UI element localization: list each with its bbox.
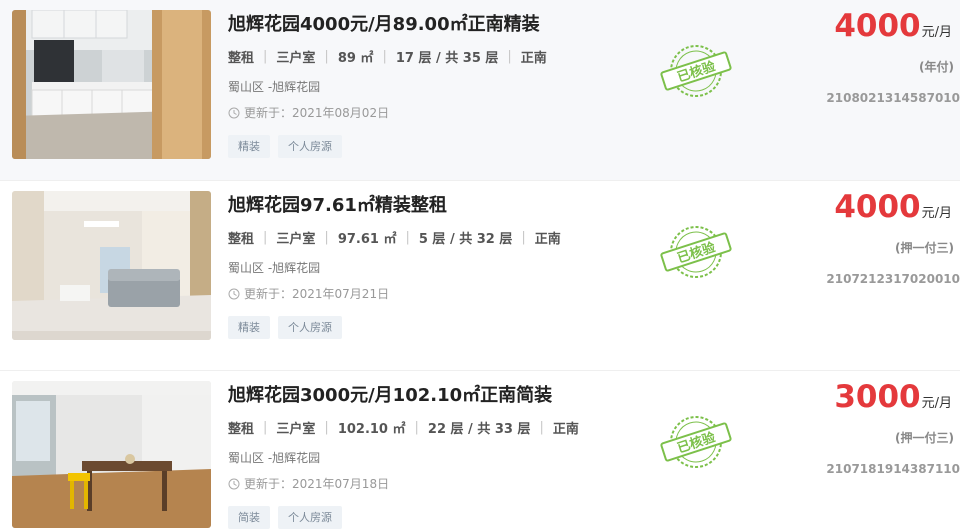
price-unit: 元/月	[921, 25, 952, 40]
listing-tags: 简装 个人房源	[228, 506, 350, 529]
floor-level: 5 层 / 共 32 层	[418, 232, 513, 247]
listing-card[interactable]: 旭辉花园3000元/月102.10㎡正南简装 整租 | 三户室 | 102.10…	[0, 371, 960, 529]
listing-attributes: 整租 | 三户室 | 89 ㎡ | 17 层 / 共 35 层 | 正南	[228, 47, 547, 66]
room-layout: 三户室	[276, 422, 316, 437]
verified-stamp-icon: 已核验	[660, 226, 732, 278]
clock-icon	[228, 107, 240, 118]
separator: |	[263, 230, 268, 245]
listing-photo-living-room[interactable]	[12, 191, 211, 340]
listing-card[interactable]: 旭辉花园97.61㎡精装整租 整租 | 三户室 | 97.61 ㎡ | 5 层 …	[0, 181, 960, 371]
tag-owner: 个人房源	[278, 506, 342, 529]
rent-price: 4000元/月	[752, 189, 952, 225]
floor-level: 22 层 / 共 33 层	[427, 422, 531, 437]
listing-code: 2107212317020010	[826, 272, 960, 286]
clock-icon	[228, 478, 240, 489]
update-date-text: 更新于：2021年07月21日	[244, 287, 390, 301]
update-date-text: 更新于：2021年07月18日	[244, 477, 390, 491]
listing-attributes: 整租 | 三户室 | 97.61 ㎡ | 5 层 / 共 32 层 | 正南	[228, 228, 561, 247]
verified-stamp-icon: 已核验	[660, 45, 732, 97]
separator: |	[263, 420, 268, 435]
listing-tags: 精装 个人房源	[228, 135, 350, 158]
listing-location[interactable]: 蜀山区 -旭辉花园	[228, 259, 320, 276]
price-box: 4000元/月	[752, 189, 952, 225]
tag-decoration: 精装	[228, 135, 270, 158]
listing-title[interactable]: 旭辉花园97.61㎡精装整租	[228, 191, 447, 217]
rent-price: 3000元/月	[752, 379, 952, 415]
price-unit: 元/月	[921, 396, 952, 411]
rent-type: 整租	[228, 51, 255, 66]
update-date-text: 更新于：2021年08月02日	[244, 106, 390, 120]
payment-terms: (押一付三)	[895, 241, 954, 255]
listing-tags: 精装 个人房源	[228, 316, 350, 339]
price-value: 4000	[834, 189, 921, 225]
separator: |	[263, 49, 268, 64]
orientation: 正南	[520, 51, 547, 66]
room-layout: 三户室	[276, 232, 316, 247]
rent-price: 4000元/月	[752, 8, 952, 44]
separator: |	[521, 230, 526, 245]
separator: |	[382, 49, 387, 64]
verified-stamp-icon: 已核验	[660, 416, 732, 468]
listing-title[interactable]: 旭辉花园3000元/月102.10㎡正南简装	[228, 381, 552, 407]
listing-title[interactable]: 旭辉花园4000元/月89.00㎡正南精装	[228, 10, 540, 36]
listing-location[interactable]: 蜀山区 -旭辉花园	[228, 78, 320, 95]
listing-photo-kitchen[interactable]	[12, 10, 211, 159]
payment-terms: (押一付三)	[895, 431, 954, 445]
room-layout: 三户室	[276, 51, 316, 66]
floor-level: 17 层 / 共 35 层	[395, 51, 499, 66]
price-value: 4000	[834, 8, 921, 44]
floor-area: 97.61 ㎡	[337, 232, 397, 247]
update-date: 更新于：2021年07月21日	[228, 285, 389, 302]
listing-code: 2107181914387110	[826, 462, 960, 476]
clock-icon	[228, 288, 240, 299]
price-unit: 元/月	[921, 206, 952, 221]
floor-area: 89 ㎡	[337, 51, 374, 66]
listing-attributes: 整租 | 三户室 | 102.10 ㎡ | 22 层 / 共 33 层 | 正南	[228, 418, 579, 437]
orientation: 正南	[534, 232, 561, 247]
listing-code: 2108021314587010	[826, 91, 960, 105]
update-date: 更新于：2021年07月18日	[228, 475, 389, 492]
tag-owner: 个人房源	[278, 316, 342, 339]
tag-owner: 个人房源	[278, 135, 342, 158]
listing-photo-dining-room[interactable]	[12, 381, 211, 528]
price-box: 4000元/月	[752, 8, 952, 44]
orientation: 正南	[552, 422, 579, 437]
price-value: 3000	[834, 379, 921, 415]
separator: |	[507, 49, 512, 64]
separator: |	[324, 230, 329, 245]
tag-decoration: 精装	[228, 316, 270, 339]
separator: |	[539, 420, 544, 435]
update-date: 更新于：2021年08月02日	[228, 104, 389, 121]
floor-area: 102.10 ㎡	[337, 422, 406, 437]
separator: |	[414, 420, 419, 435]
separator: |	[324, 420, 329, 435]
rent-type: 整租	[228, 232, 255, 247]
payment-terms: (年付)	[919, 60, 954, 74]
tag-decoration: 简装	[228, 506, 270, 529]
listing-list: 旭辉花园4000元/月89.00㎡正南精装 整租 | 三户室 | 89 ㎡ | …	[0, 0, 960, 529]
listing-location[interactable]: 蜀山区 -旭辉花园	[228, 449, 320, 466]
rent-type: 整租	[228, 422, 255, 437]
separator: |	[405, 230, 410, 245]
price-box: 3000元/月	[752, 379, 952, 415]
separator: |	[324, 49, 329, 64]
listing-card[interactable]: 旭辉花园4000元/月89.00㎡正南精装 整租 | 三户室 | 89 ㎡ | …	[0, 0, 960, 181]
